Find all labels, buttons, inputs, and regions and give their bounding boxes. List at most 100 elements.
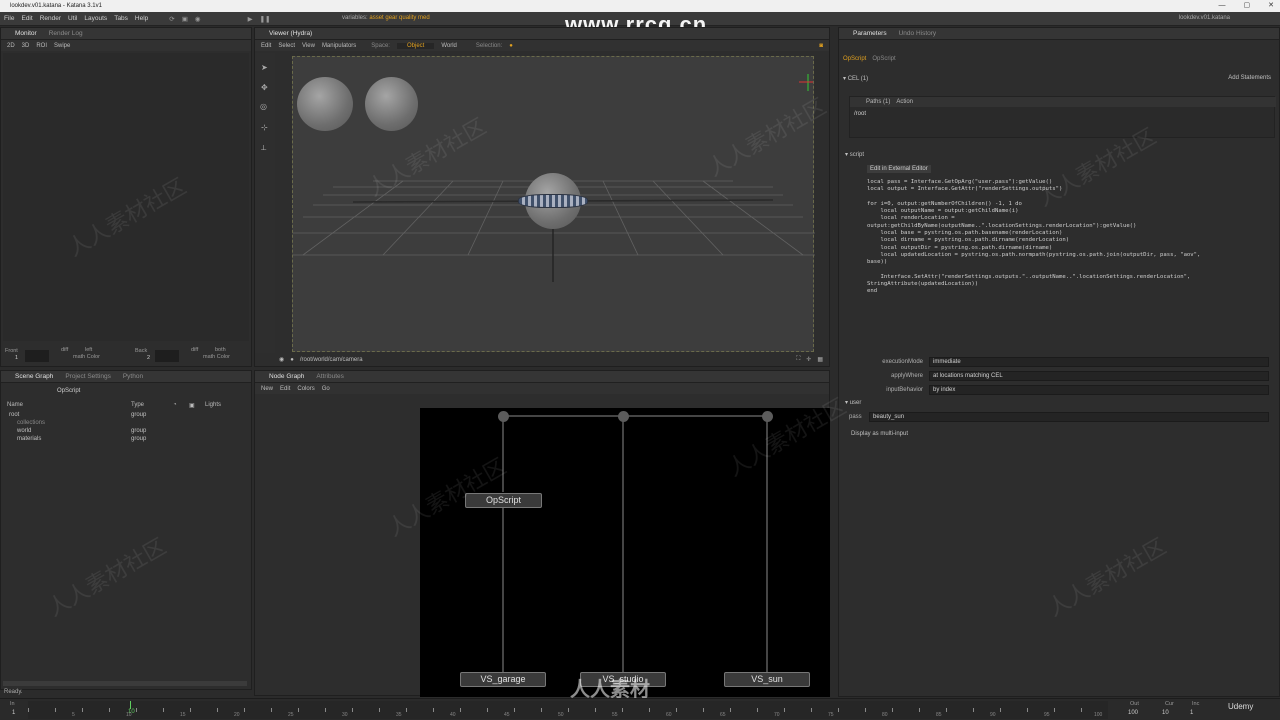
scene-graph-scrollbar[interactable]: [3, 681, 247, 686]
opscript-node[interactable]: OpScript: [465, 493, 542, 508]
space-world-button[interactable]: World: [441, 43, 457, 49]
out-value[interactable]: 100: [1128, 710, 1138, 716]
diff-label[interactable]: diff: [61, 347, 68, 353]
menu-tabs[interactable]: Tabs: [114, 15, 128, 22]
ng-menu-go[interactable]: Go: [322, 386, 330, 392]
execution-mode-dropdown[interactable]: immediate: [929, 357, 1269, 367]
gear-ring[interactable]: [518, 194, 588, 208]
node-name[interactable]: OpScript: [843, 56, 866, 62]
viewer-menu-select[interactable]: Select: [278, 43, 295, 49]
viewer-menu-edit[interactable]: Edit: [261, 43, 271, 49]
gray-sphere-left[interactable]: [297, 77, 353, 131]
cur-value[interactable]: 10: [1162, 710, 1169, 716]
monitor-2d[interactable]: 2D: [7, 43, 15, 49]
menu-help[interactable]: Help: [135, 15, 148, 22]
tab-attributes[interactable]: Attributes: [316, 373, 343, 380]
script-editor[interactable]: local pass = Interface.GetOpArg("user.pa…: [867, 179, 1277, 345]
monitor-canvas[interactable]: [3, 53, 249, 341]
tab-monitor[interactable]: Monitor: [15, 30, 37, 37]
tree-row[interactable]: root group: [3, 411, 249, 419]
inc-value[interactable]: 1: [1190, 710, 1193, 716]
monitor-3d[interactable]: 3D: [22, 43, 30, 49]
both-label[interactable]: both: [215, 347, 226, 353]
tab-parameters[interactable]: Parameters: [853, 30, 887, 37]
col-name[interactable]: Name: [3, 402, 131, 410]
tab-project-settings[interactable]: Project Settings: [65, 373, 111, 380]
camera-icon[interactable]: ●: [290, 357, 294, 363]
vs-garage-node[interactable]: VS_garage: [460, 672, 546, 687]
pause-icon[interactable]: ❚❚: [260, 15, 271, 23]
left-label[interactable]: left: [85, 347, 92, 353]
script-group-label[interactable]: ▾ script: [845, 151, 864, 158]
tab-scene-graph[interactable]: Scene Graph: [15, 373, 53, 380]
camera-path[interactable]: /root/world/cam/camera: [300, 357, 363, 363]
ng-menu-new[interactable]: New: [261, 386, 273, 392]
col-type[interactable]: Type: [131, 402, 173, 410]
cel-group-label[interactable]: ▾ CEL (1): [843, 75, 868, 82]
add-statements-button[interactable]: Add Statements: [1228, 75, 1271, 81]
gray-sphere-right[interactable]: [365, 77, 418, 131]
maximize-button[interactable]: ▢: [1244, 0, 1251, 12]
menu-file[interactable]: File: [4, 15, 14, 22]
path-value[interactable]: /root: [854, 111, 866, 117]
wire-dot[interactable]: [618, 411, 629, 422]
center-icon[interactable]: ✛: [806, 356, 811, 363]
vs-sun-node[interactable]: VS_sun: [724, 672, 810, 687]
viewer-menu-view[interactable]: View: [302, 43, 315, 49]
scale-tool-icon[interactable]: ⊹: [261, 123, 268, 132]
translate-tool-icon[interactable]: ✥: [261, 83, 268, 92]
variables-display[interactable]: variables: asset gear quality med: [342, 15, 430, 21]
col-visibility-icon[interactable]: ◔: [173, 402, 189, 410]
action-label[interactable]: Action: [896, 99, 913, 105]
menu-render[interactable]: Render: [40, 15, 61, 22]
camera-lock-icon[interactable]: ◙: [819, 43, 823, 49]
menu-layouts[interactable]: Layouts: [84, 15, 107, 22]
lock-icon[interactable]: ▣: [182, 15, 188, 23]
rotate-tool-icon[interactable]: ◎: [260, 102, 267, 111]
refresh-icon[interactable]: ⟳: [169, 15, 174, 23]
ng-menu-colors[interactable]: Colors: [297, 386, 314, 392]
math-label[interactable]: math Color: [73, 354, 100, 360]
select-tool-icon[interactable]: ➤: [261, 63, 268, 72]
scene-graph-node[interactable]: OpScript: [57, 388, 80, 394]
frame-icon[interactable]: ⛶: [796, 356, 800, 363]
tab-viewer[interactable]: Viewer (Hydra): [269, 30, 312, 37]
diff-label-2[interactable]: diff: [191, 347, 198, 353]
pivot-tool-icon[interactable]: ⟂: [261, 143, 266, 153]
input-behavior-dropdown[interactable]: by index: [929, 385, 1269, 395]
selection-sphere-icon[interactable]: ●: [509, 43, 513, 49]
tab-undo-history[interactable]: Undo History: [899, 30, 937, 37]
tree-row[interactable]: materials group: [3, 435, 249, 443]
wire-dot[interactable]: [762, 411, 773, 422]
tree-row[interactable]: world group: [3, 427, 249, 435]
close-button[interactable]: ✕: [1268, 0, 1274, 12]
monitor-roi[interactable]: ROI: [36, 43, 47, 49]
apply-where-dropdown[interactable]: at locations matching CEL: [929, 371, 1269, 381]
col-lights[interactable]: Lights: [205, 402, 221, 410]
node-graph-canvas[interactable]: OpScript VS_garage VS_studio VS_sun 人人素材: [420, 408, 830, 701]
back-value[interactable]: 2: [147, 355, 150, 361]
eye-icon[interactable]: ◉: [279, 356, 284, 363]
minimize-button[interactable]: —: [1219, 0, 1226, 12]
display-multi-input[interactable]: Display as multi-input: [851, 431, 908, 437]
edit-external-button[interactable]: Edit in External Editor: [867, 165, 931, 173]
render-icon[interactable]: ◉: [195, 15, 201, 23]
in-value[interactable]: 1: [12, 710, 15, 716]
tab-render-log[interactable]: Render Log: [49, 30, 83, 37]
menu-util[interactable]: Util: [68, 15, 77, 22]
col-camera-icon[interactable]: ▣: [189, 402, 205, 410]
monitor-swipe[interactable]: Swipe: [54, 43, 70, 49]
ng-menu-edit[interactable]: Edit: [280, 386, 290, 392]
math-label-2[interactable]: math Color: [203, 354, 230, 360]
play-icon[interactable]: ▶: [248, 15, 253, 23]
grid-icon[interactable]: ▦: [817, 356, 823, 363]
tab-node-graph[interactable]: Node Graph: [269, 373, 304, 380]
viewport-3d[interactable]: [292, 56, 815, 352]
user-group-label[interactable]: ▾ user: [845, 399, 861, 406]
paths-label[interactable]: Paths (1): [866, 99, 890, 105]
space-object-button[interactable]: Object: [396, 42, 435, 49]
wire-dot[interactable]: [498, 411, 509, 422]
tab-python[interactable]: Python: [123, 373, 143, 380]
viewer-menu-manipulators[interactable]: Manipulators: [322, 43, 356, 49]
front-value[interactable]: 1: [15, 355, 18, 361]
